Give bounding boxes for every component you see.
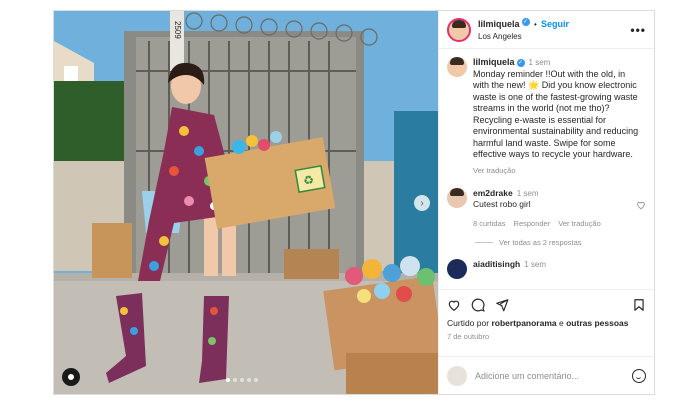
comment-like-icon[interactable] bbox=[636, 200, 646, 210]
view-replies-link[interactable]: Ver todas as 2 respostas bbox=[447, 238, 646, 247]
current-user-avatar bbox=[447, 365, 467, 386]
add-comment-input[interactable] bbox=[475, 370, 632, 381]
comment-username[interactable]: em2drake bbox=[473, 188, 513, 198]
author-avatar[interactable] bbox=[447, 17, 471, 42]
comment: aiaditisingh 1 sem bbox=[447, 259, 646, 279]
carousel-dot bbox=[254, 378, 258, 382]
caption-avatar[interactable] bbox=[447, 57, 467, 77]
liked-others[interactable]: outras pessoas bbox=[566, 318, 628, 328]
post-actions: Curtido por robertpanorama e outras pess… bbox=[439, 289, 654, 341]
carousel-next-button[interactable]: › bbox=[414, 195, 430, 211]
caption-time: 1 sem bbox=[528, 58, 551, 67]
instagram-post: 2509 ♻ › lilmiquela ✓ • Seguir Los Angel… bbox=[53, 10, 655, 395]
carousel-dot bbox=[247, 378, 251, 382]
liked-prefix: Curtido por bbox=[447, 318, 490, 328]
comment-bubble-icon[interactable] bbox=[471, 298, 485, 312]
caption-text: Monday reminder !!Out with the old, in w… bbox=[473, 68, 639, 160]
comment-likes[interactable]: 8 curtidas bbox=[473, 218, 506, 229]
comment-username[interactable]: aiaditisingh bbox=[473, 259, 520, 269]
liked-user[interactable]: robertpanorama bbox=[491, 318, 556, 328]
emoji-icon[interactable] bbox=[632, 368, 646, 383]
commenter-avatar[interactable] bbox=[447, 188, 467, 208]
share-send-icon[interactable] bbox=[495, 298, 509, 312]
post-location[interactable]: Los Angeles bbox=[478, 31, 569, 43]
liked-and: e bbox=[559, 318, 564, 328]
comment-translate-link[interactable]: Ver tradução bbox=[558, 218, 601, 229]
address-number: 2509 bbox=[173, 21, 182, 39]
like-heart-icon[interactable] bbox=[447, 298, 461, 312]
comments-list[interactable]: lilmiquela ✓ 1 sem Monday reminder !!Out w… bbox=[439, 49, 654, 289]
comment-time: 1 sem bbox=[516, 189, 539, 198]
bookmark-icon[interactable] bbox=[632, 298, 646, 312]
comment-text: Cutest robo girl bbox=[473, 199, 531, 209]
comment: em2drake 1 sem Cutest robo girl 8 curtida… bbox=[447, 188, 646, 229]
add-comment-bar bbox=[439, 356, 654, 394]
verified-badge-icon: ✓ bbox=[516, 58, 525, 67]
comment-time: 1 sem bbox=[524, 260, 547, 269]
caption-translate-link[interactable]: Ver tradução bbox=[473, 165, 643, 177]
post-sidebar: lilmiquela ✓ • Seguir Los Angeles ••• lil… bbox=[438, 11, 654, 394]
more-options-icon[interactable]: ••• bbox=[630, 23, 646, 37]
verified-badge-icon: ✓ bbox=[521, 18, 530, 27]
caption-username[interactable]: lilmiquela bbox=[473, 57, 515, 67]
follow-button[interactable]: Seguir bbox=[541, 19, 569, 29]
post-date: 7 de outubro bbox=[447, 332, 490, 341]
photo-illustration: 2509 ♻ bbox=[54, 11, 438, 394]
carousel-indicator bbox=[226, 378, 258, 382]
comment-reply-button[interactable]: Responder bbox=[514, 218, 551, 229]
carousel-dot bbox=[233, 378, 237, 382]
post-header: lilmiquela ✓ • Seguir Los Angeles ••• bbox=[439, 11, 654, 49]
carousel-dot bbox=[240, 378, 244, 382]
caption: lilmiquela ✓ 1 sem Monday reminder !!Out w… bbox=[447, 57, 646, 176]
likes-summary[interactable]: Curtido por robertpanorama e outras pess… bbox=[447, 318, 646, 329]
carousel-dot bbox=[226, 378, 230, 382]
author-username[interactable]: lilmiquela bbox=[478, 19, 520, 29]
commenter-avatar[interactable] bbox=[447, 259, 467, 279]
tagged-users-icon[interactable] bbox=[62, 368, 80, 386]
post-image[interactable]: 2509 ♻ › bbox=[54, 11, 438, 394]
